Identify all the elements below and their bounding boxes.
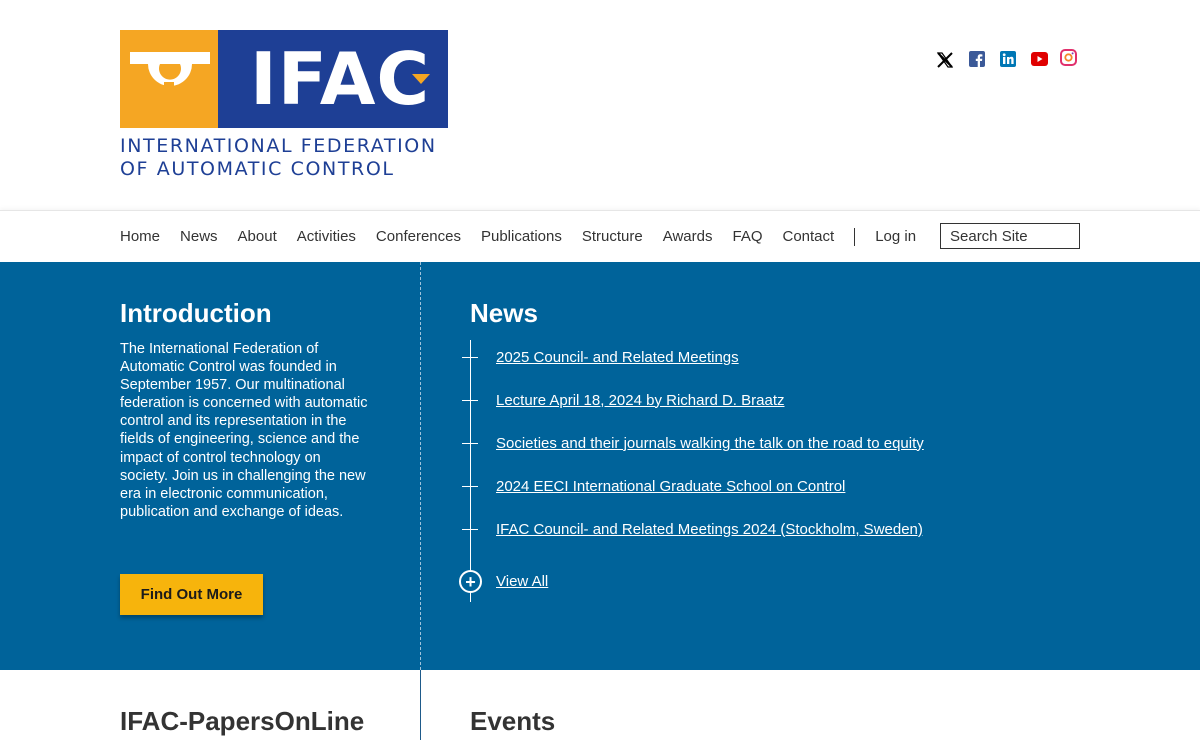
- nav-item-news[interactable]: News: [180, 227, 218, 247]
- x-twitter-icon[interactable]: [935, 50, 955, 70]
- view-all-news[interactable]: + View All: [459, 570, 548, 593]
- news-item: Societies and their journals walking the…: [462, 432, 924, 454]
- bottom-column-divider: [420, 670, 421, 740]
- news-item: 2025 Council- and Related Meetings: [462, 346, 739, 368]
- logo-emblem-icon: [130, 52, 210, 106]
- column-divider: [420, 262, 421, 670]
- site-header: IFAC INTERNATIONAL FEDERATION OF AUTOMAT…: [0, 0, 1200, 210]
- ifac-logo[interactable]: IFAC INTERNATIONAL FEDERATION OF AUTOMAT…: [120, 30, 450, 180]
- news-item: 2024 EECI International Graduate School …: [462, 475, 845, 497]
- news-link[interactable]: 2025 Council- and Related Meetings: [496, 349, 739, 366]
- nav-item-faq[interactable]: FAQ: [732, 227, 762, 247]
- bottom-section: IFAC-PapersOnLine Events: [0, 670, 1200, 740]
- news-item: IFAC Council- and Related Meetings 2024 …: [462, 518, 923, 540]
- nav-separator: [854, 228, 856, 246]
- nav-item-home[interactable]: Home: [120, 227, 160, 247]
- timeline-tick: [462, 528, 478, 530]
- logo-tagline-1: INTERNATIONAL FEDERATION: [120, 135, 437, 157]
- timeline-tick: [462, 399, 478, 401]
- plus-circle-icon[interactable]: +: [459, 570, 482, 593]
- news-link[interactable]: Lecture April 18, 2024 by Richard D. Bra…: [496, 392, 785, 409]
- find-out-more-button[interactable]: Find Out More: [120, 574, 263, 615]
- login-link[interactable]: Log in: [875, 227, 916, 247]
- news-item: Lecture April 18, 2024 by Richard D. Bra…: [462, 389, 785, 411]
- logo-triangle-icon: [412, 74, 430, 84]
- logo-tagline-2: OF AUTOMATIC CONTROL: [120, 158, 395, 180]
- linkedin-icon[interactable]: [999, 50, 1017, 68]
- youtube-icon[interactable]: [1030, 50, 1048, 68]
- search-input[interactable]: [940, 223, 1080, 249]
- nav-items: Home News About Activities Conferences P…: [120, 227, 936, 247]
- news-link[interactable]: Societies and their journals walking the…: [496, 435, 924, 452]
- nav-item-about[interactable]: About: [238, 227, 277, 247]
- main-nav: Home News About Activities Conferences P…: [0, 210, 1200, 262]
- facebook-icon[interactable]: [968, 50, 986, 68]
- nav-item-awards[interactable]: Awards: [663, 227, 713, 247]
- timeline-tick: [462, 485, 478, 487]
- papersonline-title: IFAC-PapersOnLine: [120, 706, 365, 736]
- news-link[interactable]: IFAC Council- and Related Meetings 2024 …: [496, 521, 923, 538]
- news-timeline: [470, 340, 471, 602]
- logo-wordmark: IFAC: [250, 37, 431, 121]
- nav-item-activities[interactable]: Activities: [297, 227, 356, 247]
- news-title: News: [470, 298, 538, 328]
- intro-text: The International Federation of Automati…: [120, 341, 368, 520]
- logo-orange-block: [120, 30, 218, 128]
- view-all-link[interactable]: View All: [496, 573, 548, 590]
- nav-item-structure[interactable]: Structure: [582, 227, 643, 247]
- timeline-tick: [462, 442, 478, 444]
- intro-news-band: Introduction The International Federatio…: [0, 262, 1200, 670]
- nav-item-publications[interactable]: Publications: [481, 227, 562, 247]
- events-title: Events: [470, 706, 556, 736]
- intro-title: Introduction: [120, 298, 272, 328]
- news-link[interactable]: 2024 EECI International Graduate School …: [496, 478, 845, 495]
- nav-item-conferences[interactable]: Conferences: [376, 227, 461, 247]
- logo-mark: IFAC: [120, 30, 448, 128]
- nav-item-contact[interactable]: Contact: [783, 227, 835, 247]
- timeline-tick: [462, 356, 478, 358]
- instagram-icon[interactable]: [1059, 48, 1077, 66]
